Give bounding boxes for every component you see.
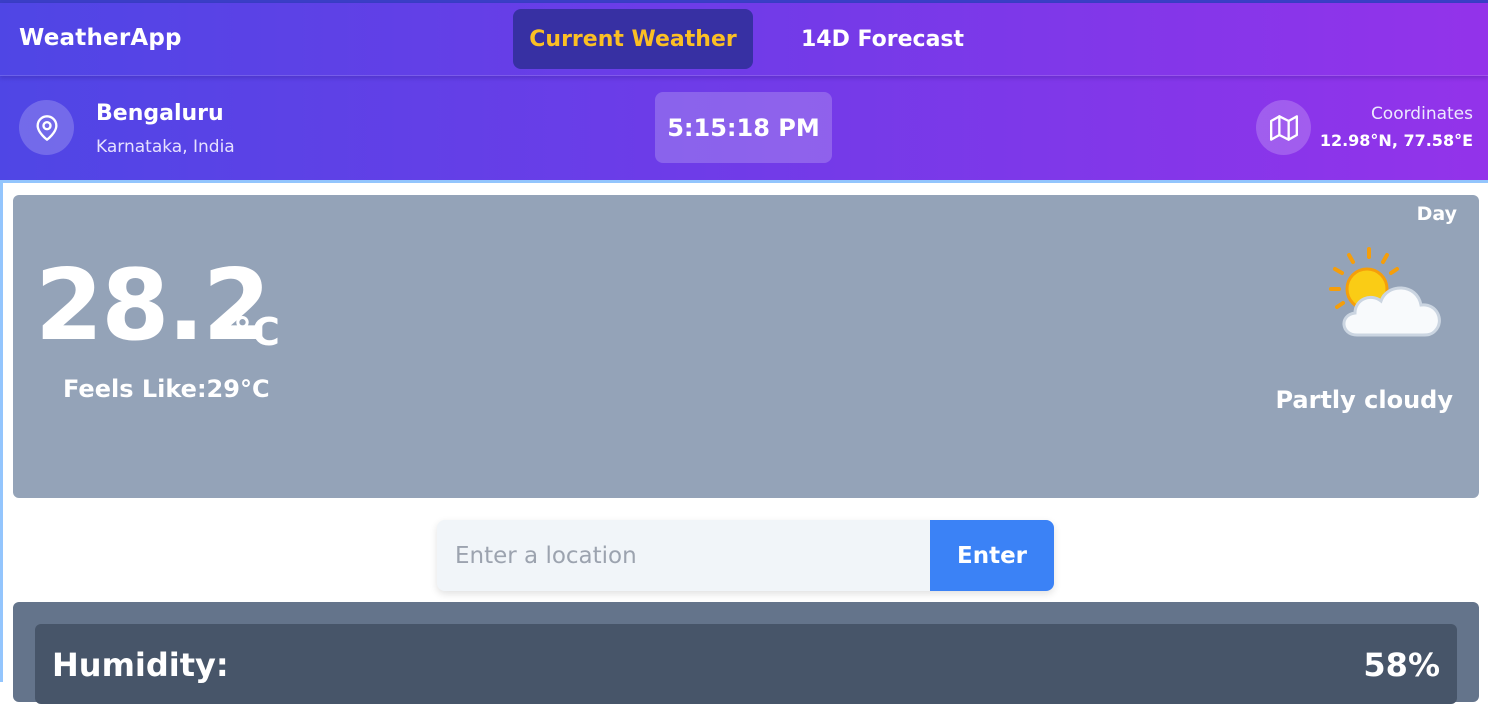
humidity-value: 58%: [1363, 646, 1440, 684]
tab-14d-forecast[interactable]: 14D Forecast: [780, 9, 985, 69]
partly-cloudy-icon: [1309, 243, 1449, 343]
weather-details-card: Humidity: 58%: [13, 602, 1479, 704]
coordinates-value: 12.98°N, 77.58°E: [1319, 131, 1473, 150]
current-weather-card: Day 28.2 °C Feels Like:29°C Partly cloud…: [13, 195, 1479, 498]
location-bar: Bengaluru Karnataka, India 5:15:18 PM Co…: [0, 77, 1488, 180]
city-name: Bengaluru: [96, 101, 224, 126]
temperature-unit: °C: [233, 310, 280, 354]
map-pin-icon: [19, 100, 74, 155]
location-search-input[interactable]: [437, 520, 930, 591]
condition-text: Partly cloudy: [1275, 386, 1453, 414]
feels-like: Feels Like:29°C: [63, 375, 270, 403]
humidity-row: Humidity: 58%: [35, 624, 1457, 704]
enter-button[interactable]: Enter: [930, 520, 1054, 591]
navbar: WeatherApp Current Weather 14D Forecast: [0, 3, 1488, 76]
region-name: Karnataka, India: [96, 137, 235, 157]
location-search: Enter: [437, 520, 1054, 591]
humidity-label: Humidity:: [52, 646, 229, 684]
tab-current-weather[interactable]: Current Weather: [513, 9, 753, 69]
content-top-border: [0, 180, 1488, 183]
app-brand[interactable]: WeatherApp: [19, 25, 182, 51]
day-night-label: Day: [1416, 203, 1457, 225]
coordinates-label: Coordinates: [1370, 104, 1473, 124]
local-time: 5:15:18 PM: [655, 92, 832, 163]
map-icon: [1256, 100, 1311, 155]
content-left-border: [0, 180, 3, 682]
